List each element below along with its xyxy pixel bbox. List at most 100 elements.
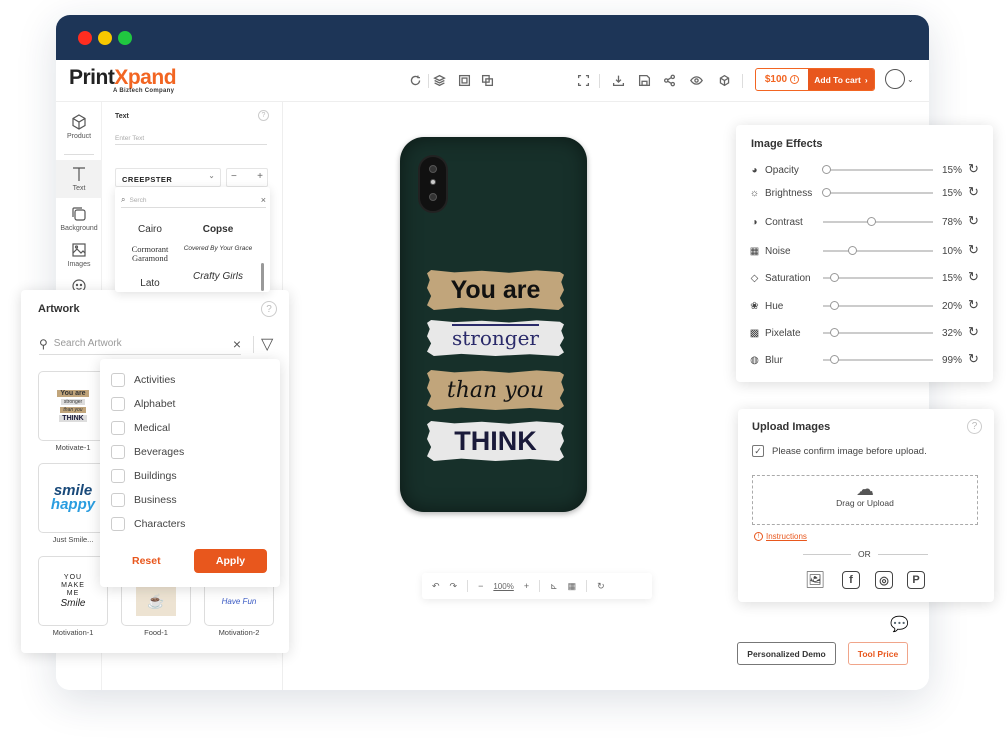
- effect-slider[interactable]: [821, 188, 933, 197]
- filter-option[interactable]: Beverages: [111, 445, 184, 459]
- effect-slider[interactable]: [823, 217, 933, 226]
- filter-icon[interactable]: ▽: [261, 334, 273, 354]
- filter-checkbox[interactable]: [111, 445, 125, 459]
- info-icon[interactable]: !: [790, 75, 800, 84]
- filter-option[interactable]: Business: [111, 493, 177, 507]
- preview-icon[interactable]: [688, 72, 704, 88]
- font-option[interactable]: Crafty Girls: [183, 272, 253, 292]
- filter-option[interactable]: Activities: [111, 373, 175, 387]
- share-icon[interactable]: [661, 72, 677, 88]
- filter-checkbox[interactable]: [111, 469, 125, 483]
- increase-size-button[interactable]: +: [257, 171, 263, 182]
- instagram-icon[interactable]: ◎: [875, 571, 893, 589]
- save-icon[interactable]: [636, 72, 652, 88]
- clear-search-icon[interactable]: ×: [233, 336, 241, 352]
- sidebar-item-text[interactable]: Text: [56, 160, 102, 198]
- ruler-icon[interactable]: ⊾: [550, 581, 558, 592]
- sidebar-item-product[interactable]: Product: [56, 114, 102, 140]
- reset-icon[interactable]: ↻: [968, 214, 982, 228]
- artwork-thumbnail[interactable]: smile happy: [38, 463, 108, 533]
- font-option[interactable]: Cairo: [115, 224, 185, 235]
- font-size-stepper[interactable]: − +: [226, 168, 268, 187]
- user-avatar-icon[interactable]: [885, 69, 905, 89]
- filter-checkbox[interactable]: [111, 421, 125, 435]
- confirm-checkbox[interactable]: ✓: [752, 445, 764, 457]
- instructions-link[interactable]: ! Instructions: [754, 532, 807, 541]
- slider-thumb[interactable]: [821, 165, 831, 174]
- close-icon[interactable]: ×: [261, 195, 266, 205]
- font-option[interactable]: Covered By Your Grace: [183, 245, 253, 253]
- effect-slider[interactable]: [823, 246, 933, 255]
- maximize-window-dot[interactable]: [118, 31, 132, 45]
- help-icon[interactable]: ?: [967, 419, 982, 434]
- rotate-icon[interactable]: ↻: [597, 581, 605, 592]
- add-to-cart-button[interactable]: Add To cart ›: [808, 69, 874, 90]
- facebook-icon[interactable]: f: [842, 571, 860, 589]
- reset-icon[interactable]: ↻: [968, 325, 982, 339]
- design-line[interactable]: stronger: [427, 320, 564, 356]
- undo-icon[interactable]: ↶: [432, 581, 440, 592]
- filter-option[interactable]: Buildings: [111, 469, 177, 483]
- design-line[interactable]: THINK: [427, 421, 564, 461]
- slider-thumb[interactable]: [829, 301, 839, 310]
- font-option[interactable]: Copse: [183, 224, 253, 235]
- slider-thumb[interactable]: [866, 217, 876, 226]
- close-window-dot[interactable]: [78, 31, 92, 45]
- reset-icon[interactable]: ↻: [968, 243, 982, 257]
- gallery-icon[interactable]: 🖼: [804, 571, 826, 589]
- sidebar-item-images[interactable]: Images: [56, 242, 102, 268]
- phone-case-preview[interactable]: You are stronger than you THINK: [400, 137, 587, 512]
- filter-checkbox[interactable]: [111, 493, 125, 507]
- redo-icon[interactable]: ↷: [450, 581, 458, 592]
- text-input[interactable]: Enter Text: [115, 129, 267, 145]
- duplicate-icon[interactable]: [479, 72, 495, 88]
- effect-slider[interactable]: [823, 273, 933, 282]
- design-line[interactable]: You are: [427, 270, 564, 310]
- filter-checkbox[interactable]: [111, 397, 125, 411]
- zoom-level[interactable]: 100%: [493, 582, 513, 591]
- slider-thumb[interactable]: [829, 328, 839, 337]
- scrollbar[interactable]: [261, 263, 264, 291]
- effect-slider[interactable]: [823, 301, 933, 310]
- font-option[interactable]: Lato: [115, 278, 185, 289]
- crop-select-icon[interactable]: [456, 72, 472, 88]
- artwork-thumbnail[interactable]: You are stronger than you THINK: [38, 371, 108, 441]
- filter-option[interactable]: Medical: [111, 421, 170, 435]
- help-icon[interactable]: ?: [261, 301, 277, 317]
- 3d-view-icon[interactable]: [716, 72, 732, 88]
- pinterest-icon[interactable]: P: [907, 571, 925, 589]
- chevron-down-icon[interactable]: ⌄: [907, 75, 914, 84]
- apply-button[interactable]: Apply: [194, 549, 267, 573]
- slider-thumb[interactable]: [829, 355, 839, 364]
- zoom-in-button[interactable]: +: [524, 581, 529, 591]
- tool-price-button[interactable]: Tool Price: [848, 642, 908, 665]
- download-icon[interactable]: [610, 72, 626, 88]
- filter-checkbox[interactable]: [111, 373, 125, 387]
- sidebar-item-background[interactable]: Background: [56, 206, 102, 232]
- decrease-size-button[interactable]: −: [231, 171, 237, 182]
- effect-slider[interactable]: [823, 355, 933, 364]
- design-line[interactable]: than you: [427, 370, 564, 410]
- font-select[interactable]: CREEPSTER ⌄: [115, 168, 221, 187]
- reset-icon[interactable]: ↻: [968, 185, 982, 199]
- font-search-input[interactable]: ⌕ Serch ×: [121, 193, 266, 208]
- help-icon[interactable]: ?: [258, 110, 269, 121]
- grid-icon[interactable]: ▦: [568, 581, 577, 592]
- slider-thumb[interactable]: [821, 188, 831, 197]
- filter-option[interactable]: Alphabet: [111, 397, 175, 411]
- personalized-demo-button[interactable]: Personalized Demo: [737, 642, 836, 665]
- artwork-search-input[interactable]: ⚲ Search Artwork ×: [39, 333, 241, 355]
- upload-dropzone[interactable]: ☁ Drag or Upload: [752, 475, 978, 525]
- reset-icon[interactable]: ↻: [968, 162, 982, 176]
- reset-button[interactable]: Reset: [132, 555, 161, 567]
- reset-icon[interactable]: ↻: [968, 352, 982, 366]
- font-option[interactable]: Cormorant Garamond: [115, 245, 185, 263]
- minimize-window-dot[interactable]: [98, 31, 112, 45]
- filter-checkbox[interactable]: [111, 517, 125, 531]
- zoom-out-button[interactable]: −: [478, 581, 483, 591]
- layers-icon[interactable]: [431, 72, 447, 88]
- slider-thumb[interactable]: [848, 246, 858, 255]
- chat-icon[interactable]: 💬: [890, 615, 909, 633]
- effect-slider[interactable]: [821, 165, 933, 174]
- filter-option[interactable]: Characters: [111, 517, 185, 531]
